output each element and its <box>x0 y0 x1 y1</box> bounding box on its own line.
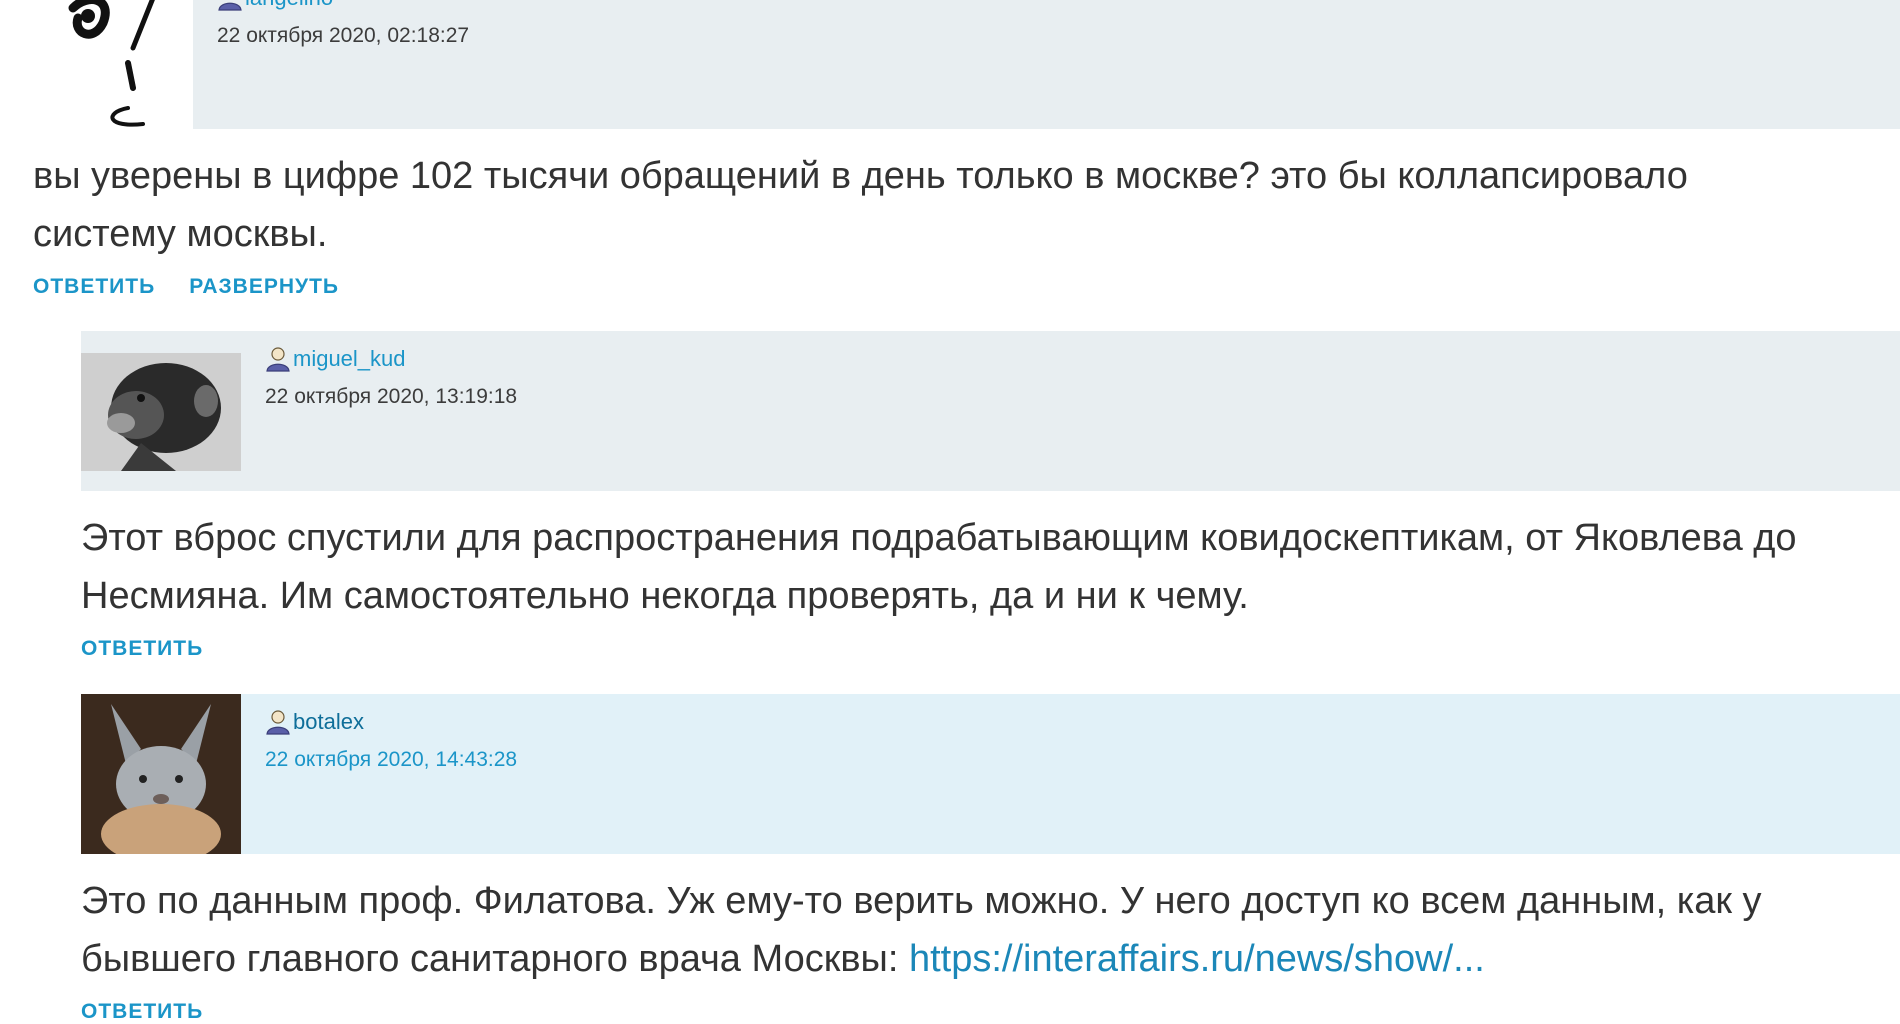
sketch-avatar-icon <box>33 0 193 129</box>
comment: langelino 22 октября 2020, 02:18:27 вы у… <box>33 0 1900 299</box>
author-name[interactable]: miguel_kud <box>293 346 406 372</box>
author-name[interactable]: langelino <box>245 0 333 11</box>
reply-button[interactable]: ОТВЕТИТЬ <box>81 1000 203 1024</box>
comment-header: langelino 22 октября 2020, 02:18:27 <box>33 0 1900 148</box>
comment-link[interactable]: https://interaffairs.ru/news/show/... <box>909 938 1485 980</box>
comment: miguel_kud 22 октября 2020, 13:19:18 Это… <box>81 331 1900 661</box>
comment-date: 22 октября 2020, 13:19:18 <box>265 385 518 408</box>
author-link[interactable]: botalex <box>265 708 517 736</box>
avatar[interactable] <box>81 353 241 471</box>
user-icon <box>266 347 290 372</box>
avatar[interactable] <box>81 694 241 854</box>
comment-date[interactable]: 22 октября 2020, 14:43:28 <box>265 748 517 772</box>
comment-date: 22 октября 2020, 02:18:27 <box>217 24 470 47</box>
comment-actions: ОТВЕТИТЬ <box>81 1000 1900 1024</box>
chimpanzee-avatar-icon <box>81 353 241 471</box>
author-link[interactable]: langelino <box>217 0 469 12</box>
user-icon <box>218 2 242 11</box>
hare-avatar-icon <box>81 694 241 854</box>
comment-header: miguel_kud 22 октября 2020, 13:19:18 <box>81 331 1900 491</box>
reply-button[interactable]: ОТВЕТИТЬ <box>33 275 155 299</box>
expand-button[interactable]: РАЗВЕРНУТЬ <box>189 275 339 299</box>
comment-actions: ОТВЕТИТЬ <box>81 637 1900 661</box>
comment: botalex 22 октября 2020, 14:43:28 Это по… <box>81 694 1900 1024</box>
comment-header: botalex 22 октября 2020, 14:43:28 <box>81 694 1900 854</box>
comment-text: Этот вброс спустили для распространения … <box>81 517 1797 617</box>
author-name[interactable]: botalex <box>293 709 364 735</box>
comment-text: Это по данным проф. Филатова. Уж ему-то … <box>81 872 1900 988</box>
comment-actions: ОТВЕТИТЬ РАЗВЕРНУТЬ <box>33 275 1900 299</box>
avatar[interactable] <box>33 0 193 148</box>
user-icon <box>266 710 290 735</box>
author-link[interactable]: miguel_kud <box>265 345 517 373</box>
comment-text: вы уверены в цифре 102 тысячи обращений … <box>33 155 1688 255</box>
reply-button[interactable]: ОТВЕТИТЬ <box>81 637 203 661</box>
